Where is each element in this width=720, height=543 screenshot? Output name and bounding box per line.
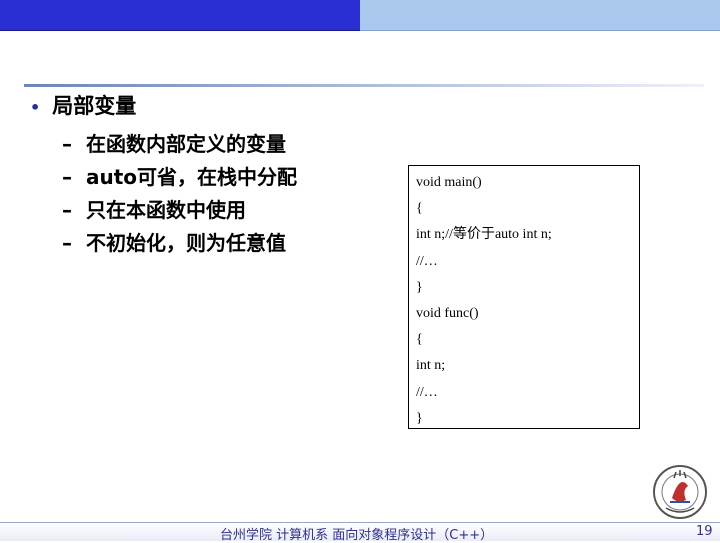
footer-text: 台州学院 计算机系 面向对象程序设计（C++） bbox=[220, 528, 494, 543]
code-line: } bbox=[416, 279, 423, 295]
code-line: void main() bbox=[416, 175, 482, 190]
code-line: { bbox=[416, 332, 423, 348]
title-divider bbox=[24, 84, 704, 87]
code-box: void main() { int n;//等价于auto int n; //…… bbox=[408, 165, 640, 429]
bullet-icon: • bbox=[30, 98, 41, 117]
bullet-sublist: – 在函数内部定义的变量 – auto可省，在栈中分配 – 只在本函数中使用 – 不初始… bbox=[62, 128, 297, 260]
slide-heading: • 局部变量 bbox=[30, 90, 136, 124]
code-line: int n; bbox=[416, 358, 446, 374]
list-item: – 只在本函数中使用 bbox=[62, 194, 297, 227]
code-line: } bbox=[416, 410, 423, 426]
university-seal-icon bbox=[652, 464, 708, 520]
code-line: void func() bbox=[416, 306, 479, 322]
dash-icon: – bbox=[62, 165, 72, 189]
header-bar-right bbox=[360, 0, 720, 31]
dash-icon: – bbox=[62, 231, 72, 255]
page-number: 19 bbox=[696, 524, 713, 539]
dash-icon: – bbox=[62, 198, 72, 222]
code-line: { bbox=[416, 201, 423, 217]
dash-icon: – bbox=[62, 132, 72, 156]
header-bar-left bbox=[0, 0, 360, 31]
code-line: //… bbox=[416, 384, 438, 400]
heading-text: 局部变量 bbox=[52, 94, 137, 118]
code-line: //… bbox=[416, 253, 438, 269]
list-item: – auto可省，在栈中分配 bbox=[62, 161, 297, 194]
list-item: – 在函数内部定义的变量 bbox=[62, 128, 297, 161]
list-item: – 不初始化，则为任意值 bbox=[62, 227, 297, 260]
code-line: int n;//等价于auto int n; bbox=[416, 227, 552, 243]
